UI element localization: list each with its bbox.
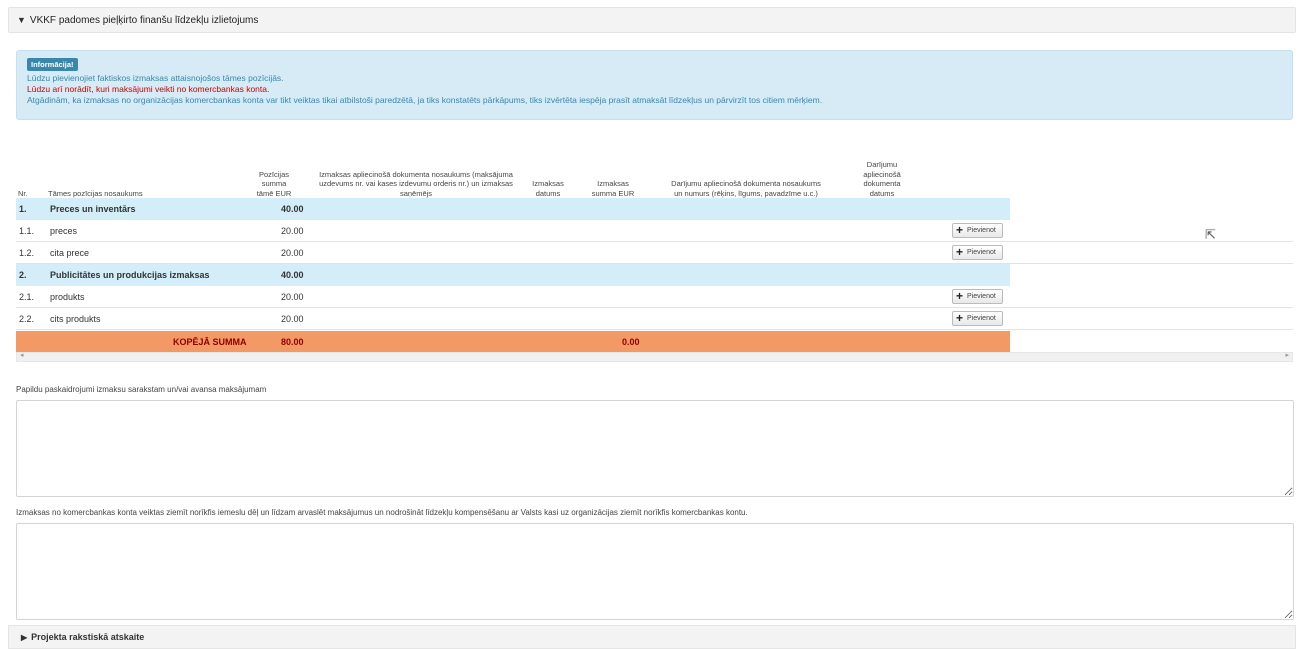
add-expense-button[interactable]: + Pievienot xyxy=(952,245,1003,260)
plus-icon: + xyxy=(956,245,964,259)
header-deal-doc: Darījumu apliecinošā dokumenta nosaukums… xyxy=(671,179,821,198)
panel-title: VKKF padomes pieļķirto finanšu līdzekļu … xyxy=(29,14,259,26)
row-nr: 2.1. xyxy=(19,292,35,302)
row-sum: 20.00 xyxy=(281,248,304,258)
add-button-label: Pievienot xyxy=(967,227,996,234)
bank-transfer-textarea[interactable] xyxy=(16,523,1294,620)
table-row-group: 1. Preces un inventārs 40.00 xyxy=(16,198,1010,220)
header-deal-date: Darījumu apliecinošā dokumenta datums xyxy=(863,160,901,198)
plus-icon: + xyxy=(956,223,964,237)
total-label: KOPĒJĀ SUMMA xyxy=(173,337,247,347)
info-badge: Informācija! xyxy=(27,58,78,71)
row-name: cita prece xyxy=(50,248,90,258)
row-sum: 40.00 xyxy=(281,204,304,214)
add-button-label: Pievienot xyxy=(967,249,996,256)
panel-header-written-report[interactable]: ▶ Projekta rakstiskā atskaite xyxy=(8,625,1296,649)
table-row-total: KOPĒJĀ SUMMA 80.00 0.00 xyxy=(16,331,1010,353)
mouse-cursor-icon: ⇱ xyxy=(1205,227,1216,242)
header-amount: Izmaksas summa EUR xyxy=(591,179,635,198)
chevron-right-icon: ▶ xyxy=(21,632,28,642)
scroll-left-icon[interactable]: ◂ xyxy=(20,351,24,359)
row-sum: 40.00 xyxy=(281,270,304,280)
table-row-group: 2. Publicitātes un produkcijas izmaksas … xyxy=(16,264,1010,286)
plus-icon: + xyxy=(956,289,964,303)
scroll-right-icon[interactable]: ▸ xyxy=(1285,351,1289,359)
panel-header-finance-usage[interactable]: ▼ VKKF padomes pieļķirto finanšu līdzekļ… xyxy=(8,7,1296,33)
add-expense-button[interactable]: + Pievienot xyxy=(952,289,1003,304)
add-button-label: Pievienot xyxy=(967,293,996,300)
bottom-panel-title: Projekta rakstiskā atskaite xyxy=(31,632,145,642)
notes-label: Papildu paskaidrojumi izmaksu sarakstam … xyxy=(16,385,267,394)
horizontal-scrollbar[interactable]: ◂ ▸ xyxy=(16,352,1293,362)
info-alert: Informācija! Lūdzu pievienojiet faktisko… xyxy=(16,50,1293,120)
header-date: Izmaksas datums xyxy=(532,179,564,198)
row-sum: 20.00 xyxy=(281,314,304,324)
header-sum: Pozīcijas summa tāmē EUR xyxy=(256,169,292,198)
add-expense-button[interactable]: + Pievienot xyxy=(952,223,1003,238)
bank-transfer-label: Izmaksas no komercbankas konta veiktas z… xyxy=(16,508,748,517)
row-nr: 1.2. xyxy=(19,248,35,258)
header-name: Tāmes pozīcijas nosaukums xyxy=(48,188,143,198)
row-name: Publicitātes un produkcijas izmaksas xyxy=(50,270,210,280)
table-row: 1.1. preces 20.00 + Pievienot xyxy=(16,220,1293,242)
info-line-1: Lūdzu pievienojiet faktiskos izmaksas at… xyxy=(27,73,284,83)
row-name: produkts xyxy=(50,292,85,302)
chevron-down-icon: ▼ xyxy=(17,15,26,25)
row-nr: 1.1. xyxy=(19,226,35,236)
row-nr: 1. xyxy=(19,204,27,214)
header-nr: Nr. xyxy=(18,188,28,198)
row-sum: 20.00 xyxy=(281,226,304,236)
info-line-3: Atgādinām, ka izmaksas no organizācijas … xyxy=(27,95,823,105)
info-line-2: Lūdzu arī norādīt, kuri maksājumi veikti… xyxy=(27,84,270,94)
row-name: cits produkts xyxy=(50,314,101,324)
row-nr: 2.2. xyxy=(19,314,35,324)
row-sum: 20.00 xyxy=(281,292,304,302)
row-nr: 2. xyxy=(19,270,27,280)
row-name: Preces un inventārs xyxy=(50,204,136,214)
header-doc: Izmaksas apliecinošā dokumenta nosaukums… xyxy=(319,169,513,198)
plus-icon: + xyxy=(956,311,964,325)
add-expense-button[interactable]: + Pievienot xyxy=(952,311,1003,326)
table-row: 2.2. cits produkts 20.00 + Pievienot xyxy=(16,308,1293,330)
table-row: 2.1. produkts 20.00 + Pievienot xyxy=(16,286,1293,308)
table-row: 1.2. cita prece 20.00 + Pievienot xyxy=(16,242,1293,264)
total-sum: 80.00 xyxy=(281,337,304,347)
add-button-label: Pievienot xyxy=(967,315,996,322)
notes-textarea[interactable] xyxy=(16,400,1294,497)
total-amount: 0.00 xyxy=(622,337,640,347)
row-name: preces xyxy=(50,226,78,236)
table-header: Nr. Tāmes pozīcijas nosaukums Pozīcijas … xyxy=(16,135,1293,198)
